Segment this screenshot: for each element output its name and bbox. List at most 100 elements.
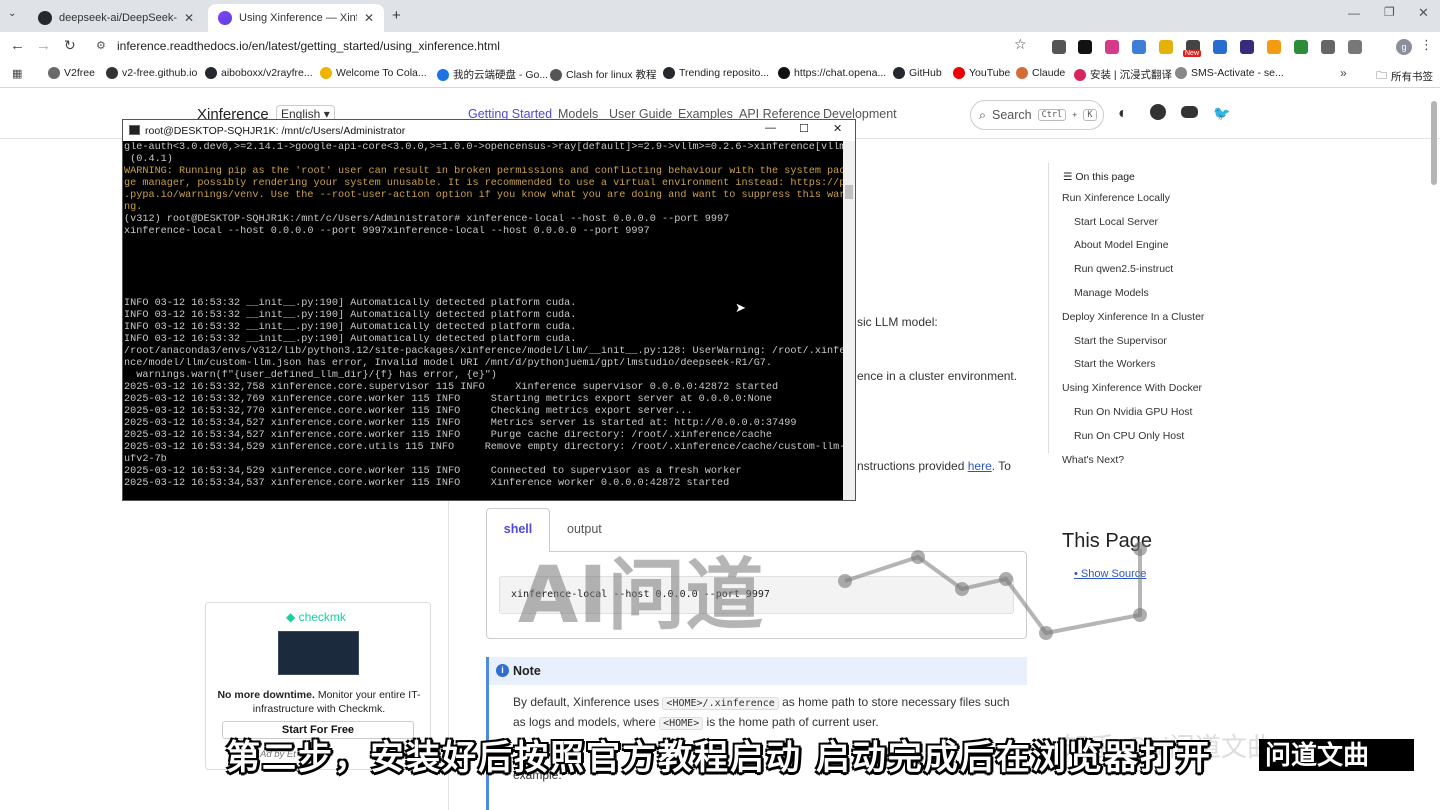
profile-avatar[interactable]: g: [1396, 39, 1412, 55]
site-info-icon[interactable]: ⚙: [96, 39, 106, 52]
ad-text: No more downtime. Monitor your entire IT…: [217, 689, 421, 715]
page-scrollbar[interactable]: [1431, 101, 1437, 185]
toc-heading: ☰ On this page: [1063, 171, 1135, 183]
toc-item[interactable]: Run On CPU Only Host: [1074, 430, 1184, 442]
extension-icon[interactable]: [1240, 40, 1254, 54]
terminal-output[interactable]: gle-auth<3.0.dev0,>=2.14.1->google-api-c…: [124, 142, 844, 500]
bookmark-item[interactable]: Claude: [1016, 67, 1065, 79]
here-link[interactable]: here: [968, 459, 992, 473]
toc-item[interactable]: What's Next?: [1062, 454, 1124, 466]
search-button[interactable]: ⌕ Search Ctrl + K: [970, 100, 1104, 130]
maximize-icon[interactable]: ☐: [799, 122, 809, 135]
toc-item[interactable]: Using Xinference With Docker: [1062, 382, 1202, 394]
tab-label: Using Xinference — Xinferen: [239, 12, 357, 24]
terminal-line: 2025-03-12 16:53:34,527 xinference.core.…: [124, 418, 797, 429]
note-text: as logs and models, where <HOME> is the …: [513, 715, 879, 730]
toc-item[interactable]: Manage Models: [1074, 287, 1149, 299]
bookmark-favicon-icon: [205, 67, 217, 79]
bookmark-item[interactable]: V2free: [48, 67, 95, 79]
terminal-line: ge manager, possibly rendering your syst…: [124, 178, 844, 189]
restore-icon[interactable]: ❐: [1384, 5, 1395, 19]
new-badge: New: [1183, 50, 1202, 57]
extension-icon[interactable]: [1294, 40, 1308, 54]
terminal-titlebar[interactable]: root@DESKTOP-SQHJR1K: /mnt/c/Users/Admin…: [123, 120, 855, 141]
bookmark-item[interactable]: Clash for linux 教程: [550, 67, 656, 82]
terminal-line: 2025-03-12 16:53:34,537 xinference.core.…: [124, 478, 730, 489]
minimize-icon[interactable]: —: [765, 122, 776, 134]
extension-icon[interactable]: [1132, 40, 1146, 54]
bookmark-item[interactable]: Trending reposito...: [663, 67, 769, 79]
extension-icon[interactable]: [1105, 40, 1119, 54]
extension-icon[interactable]: [1267, 40, 1281, 54]
bookmark-favicon-icon: [1016, 67, 1028, 79]
terminal-line: 2025-03-12 16:53:34,529 xinference.core.…: [124, 466, 742, 477]
forward-icon[interactable]: →: [36, 37, 51, 54]
bookmark-item[interactable]: https://chat.opena...: [778, 67, 886, 79]
close-tab-icon[interactable]: ✕: [364, 11, 374, 25]
bookmark-favicon-icon: [106, 67, 118, 79]
bookmark-item[interactable]: GitHub: [893, 67, 942, 79]
search-icon: ⌕: [979, 107, 987, 122]
back-icon[interactable]: ←: [10, 37, 25, 54]
watermark-corner: 问道文曲: [1259, 739, 1414, 771]
address-bar[interactable]: inference.readthedocs.io/en/latest/getti…: [117, 39, 500, 53]
theme-toggle-icon[interactable]: ◐: [1118, 105, 1128, 123]
bookmark-item[interactable]: YouTube: [953, 67, 1010, 79]
terminal-window[interactable]: root@DESKTOP-SQHJR1K: /mnt/c/Users/Admin…: [122, 119, 856, 501]
tab-strip: ⌄ deepseek-ai/DeepSeek-R1 ✕ Using Xinfer…: [0, 0, 1440, 32]
bookmark-favicon-icon: [893, 67, 905, 79]
extension-icon[interactable]: [1052, 40, 1066, 54]
terminal-line: .pypa.io/warnings/venv. Use the --root-u…: [124, 190, 844, 201]
window-close-icon[interactable]: ✕: [1418, 5, 1429, 21]
extension-icon[interactable]: [1321, 40, 1335, 54]
toc-item[interactable]: About Model Engine: [1074, 239, 1169, 251]
terminal-title: root@DESKTOP-SQHJR1K: /mnt/c/Users/Admin…: [145, 124, 406, 137]
close-icon[interactable]: ✕: [833, 122, 842, 135]
bookmark-item[interactable]: 我的云端硬盘 - Go...: [437, 67, 548, 82]
toc-item[interactable]: Start Local Server: [1074, 216, 1158, 228]
reload-icon[interactable]: ↻: [64, 37, 76, 54]
extension-icon[interactable]: [1078, 40, 1092, 54]
github-icon[interactable]: [1150, 104, 1166, 120]
tab-using-xinference[interactable]: Using Xinference — Xinferen ✕: [208, 4, 384, 32]
toc-item[interactable]: Run qwen2.5-instruct: [1074, 263, 1173, 275]
video-subtitle: 第二步，安装好后按照官方教程启动 启动完成后在浏览器打开: [226, 738, 1212, 778]
scrollbar-thumb[interactable]: [845, 185, 853, 199]
terminal-line: /root/anaconda3/envs/v312/lib/python3.12…: [124, 346, 844, 357]
extensions-puzzle-icon[interactable]: [1348, 40, 1362, 54]
minimize-icon[interactable]: —: [1348, 6, 1360, 20]
bookmark-favicon-icon: [320, 67, 332, 79]
tab-search-icon[interactable]: ⌄: [8, 8, 16, 19]
bookmark-item[interactable]: Welcome To Cola...: [320, 67, 427, 79]
twitter-icon[interactable]: 🐦: [1213, 105, 1230, 122]
bookmark-star-icon[interactable]: ☆: [1014, 36, 1027, 53]
terminal-line: INFO 03-12 16:53:32 __init__.py:190] Aut…: [124, 334, 577, 345]
close-tab-icon[interactable]: ✕: [184, 11, 194, 25]
new-tab-icon[interactable]: +: [392, 7, 401, 24]
terminal-line: warnings.warn(f"{user_defined_llm_dir}/{…: [124, 370, 497, 381]
terminal-line: 2025-03-12 16:53:34,527 xinference.core.…: [124, 430, 773, 441]
toc-item[interactable]: Start the Workers: [1074, 358, 1156, 370]
toc-item[interactable]: Run On Nvidia GPU Host: [1074, 406, 1192, 418]
toc-item[interactable]: Run Xinference Locally: [1062, 192, 1170, 204]
bookmark-favicon-icon: [1074, 68, 1086, 81]
extension-icon[interactable]: [1213, 40, 1227, 54]
terminal-line: nce/model/llm/custom-llm.json has error,…: [124, 358, 773, 369]
tab-deepseek[interactable]: deepseek-ai/DeepSeek-R1 ✕: [28, 4, 204, 32]
extension-icon[interactable]: [1159, 40, 1173, 54]
discord-icon[interactable]: [1181, 106, 1198, 118]
all-bookmarks-folder[interactable]: 🗀 所有书签: [1376, 67, 1433, 86]
bookmark-favicon-icon: [778, 67, 790, 79]
bookmark-item[interactable]: v2-free.github.io: [106, 67, 197, 79]
bookmark-item[interactable]: aiboboxx/v2rayfre...: [205, 67, 313, 79]
menu-icon[interactable]: ⋮: [1420, 37, 1433, 53]
toc-item[interactable]: Deploy Xinference In a Cluster: [1062, 311, 1204, 323]
apps-grid-icon[interactable]: ▦: [12, 67, 22, 80]
terminal-scrollbar[interactable]: [843, 141, 855, 500]
more-bookmarks-icon[interactable]: »: [1340, 66, 1347, 80]
bookmark-item[interactable]: 安装 | 沉浸式翻译: [1074, 67, 1172, 82]
bookmark-item[interactable]: SMS-Activate - se...: [1175, 67, 1284, 79]
toc-item[interactable]: Start the Supervisor: [1074, 335, 1167, 347]
